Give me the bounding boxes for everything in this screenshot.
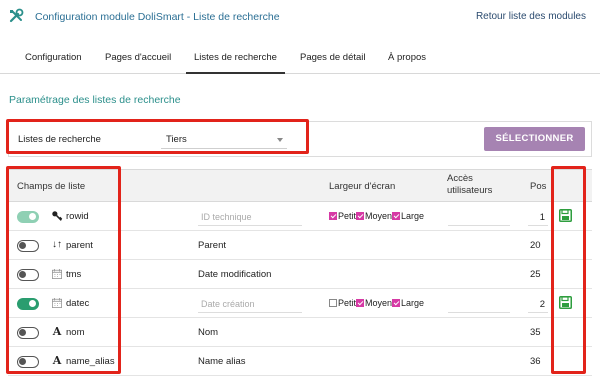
toggle-knob	[19, 271, 26, 278]
header-fields: Champs de liste	[17, 181, 86, 192]
tools-icon	[9, 8, 24, 23]
page-header: Configuration module DoliSmart - Liste d…	[0, 0, 600, 34]
enable-toggle[interactable]	[17, 240, 39, 252]
table-row: tms Date modification 25	[8, 260, 592, 289]
access-input[interactable]	[448, 208, 510, 226]
toggle-knob	[19, 358, 26, 365]
toggle-knob	[29, 213, 36, 220]
key-icon	[50, 209, 64, 223]
header-position: Pos	[530, 181, 547, 192]
table-row: ↓↑ parent Parent 20	[8, 231, 592, 260]
position-input[interactable]: 1	[528, 208, 548, 226]
fields-table: Champs de liste Largeur d'écran Accès ut…	[8, 169, 592, 377]
screen-width-options: Petit Moyen Large	[329, 298, 424, 308]
calendar-icon	[50, 296, 64, 310]
tab-a-propos[interactable]: À propos	[388, 52, 426, 63]
position-input[interactable]: 2	[528, 295, 548, 313]
tab-configuration[interactable]: Configuration	[25, 52, 82, 63]
enable-toggle[interactable]	[17, 356, 39, 368]
save-icon[interactable]	[559, 209, 572, 222]
tab-bar: Configuration Pages d'accueil Listes de …	[0, 46, 600, 74]
enable-toggle[interactable]	[17, 298, 39, 310]
screen-width-options: Petit Moyen Large	[329, 211, 424, 221]
field-label: Date modification	[198, 269, 272, 280]
field-label: Parent	[198, 240, 226, 251]
toggle-knob	[19, 242, 26, 249]
table-row: A nom Nom 35	[8, 318, 592, 347]
field-name: datec	[66, 298, 90, 309]
large-checkbox[interactable]	[392, 212, 401, 220]
tab-listes-recherche[interactable]: Listes de recherche	[186, 52, 285, 74]
sort-icon: ↓↑	[52, 239, 62, 250]
large-label: Large	[401, 211, 425, 221]
large-checkbox[interactable]	[392, 299, 401, 307]
save-icon[interactable]	[559, 296, 572, 309]
tab-pages-accueil[interactable]: Pages d'accueil	[105, 52, 171, 63]
table-row: rowid ID technique Petit Moyen Large 1	[8, 202, 592, 231]
toggle-knob	[29, 300, 36, 307]
large-label: Large	[401, 298, 425, 308]
field-position: 20	[530, 240, 541, 251]
text-icon: A	[52, 325, 62, 338]
medium-label: Moyen	[365, 211, 393, 221]
text-icon: A	[52, 354, 62, 367]
header-user-access: Accès utilisateurs	[447, 173, 493, 196]
label-input[interactable]: ID technique	[198, 208, 302, 226]
field-label: Name alias	[198, 356, 246, 367]
list-select[interactable]: Tiers	[161, 130, 287, 149]
field-name: tms	[66, 269, 82, 280]
field-position: 25	[530, 269, 541, 280]
small-checkbox[interactable]	[329, 212, 337, 220]
list-select-value: Tiers	[166, 134, 187, 145]
field-position: 35	[530, 327, 541, 338]
table-header: Champs de liste Largeur d'écran Accès ut…	[8, 169, 592, 202]
medium-checkbox[interactable]	[356, 212, 365, 220]
medium-checkbox[interactable]	[356, 299, 365, 307]
list-select-label: Listes de recherche	[18, 134, 101, 145]
calendar-icon	[50, 267, 64, 281]
field-name: nom	[66, 327, 85, 338]
back-to-modules-link[interactable]: Retour liste des modules	[476, 11, 586, 22]
tab-pages-detail[interactable]: Pages de détail	[300, 52, 366, 63]
small-label: Petit	[338, 211, 357, 221]
access-input[interactable]	[448, 295, 510, 313]
field-name: parent	[66, 240, 93, 251]
enable-toggle[interactable]	[17, 211, 39, 223]
small-checkbox[interactable]	[329, 299, 337, 307]
field-name: rowid	[66, 211, 89, 222]
small-label: Petit	[338, 298, 357, 308]
field-position: 36	[530, 356, 541, 367]
field-name: name_alias	[66, 356, 115, 367]
section-title: Paramétrage des listes de recherche	[9, 94, 181, 106]
enable-toggle[interactable]	[17, 327, 39, 339]
field-label: Nom	[198, 327, 219, 338]
label-input[interactable]: Date création	[198, 295, 302, 313]
chevron-down-icon	[277, 138, 283, 142]
filter-bar: Listes de recherche Tiers SÉLECTIONNER	[8, 121, 592, 157]
medium-label: Moyen	[365, 298, 393, 308]
page-title: Configuration module DoliSmart - Liste d…	[35, 11, 280, 23]
table-row: datec Date création Petit Moyen Large 2	[8, 289, 592, 318]
select-button[interactable]: SÉLECTIONNER	[484, 127, 585, 151]
enable-toggle[interactable]	[17, 269, 39, 281]
toggle-knob	[19, 329, 26, 336]
header-screen-width: Largeur d'écran	[329, 181, 396, 192]
table-row: A name_alias Name alias 36	[8, 347, 592, 376]
